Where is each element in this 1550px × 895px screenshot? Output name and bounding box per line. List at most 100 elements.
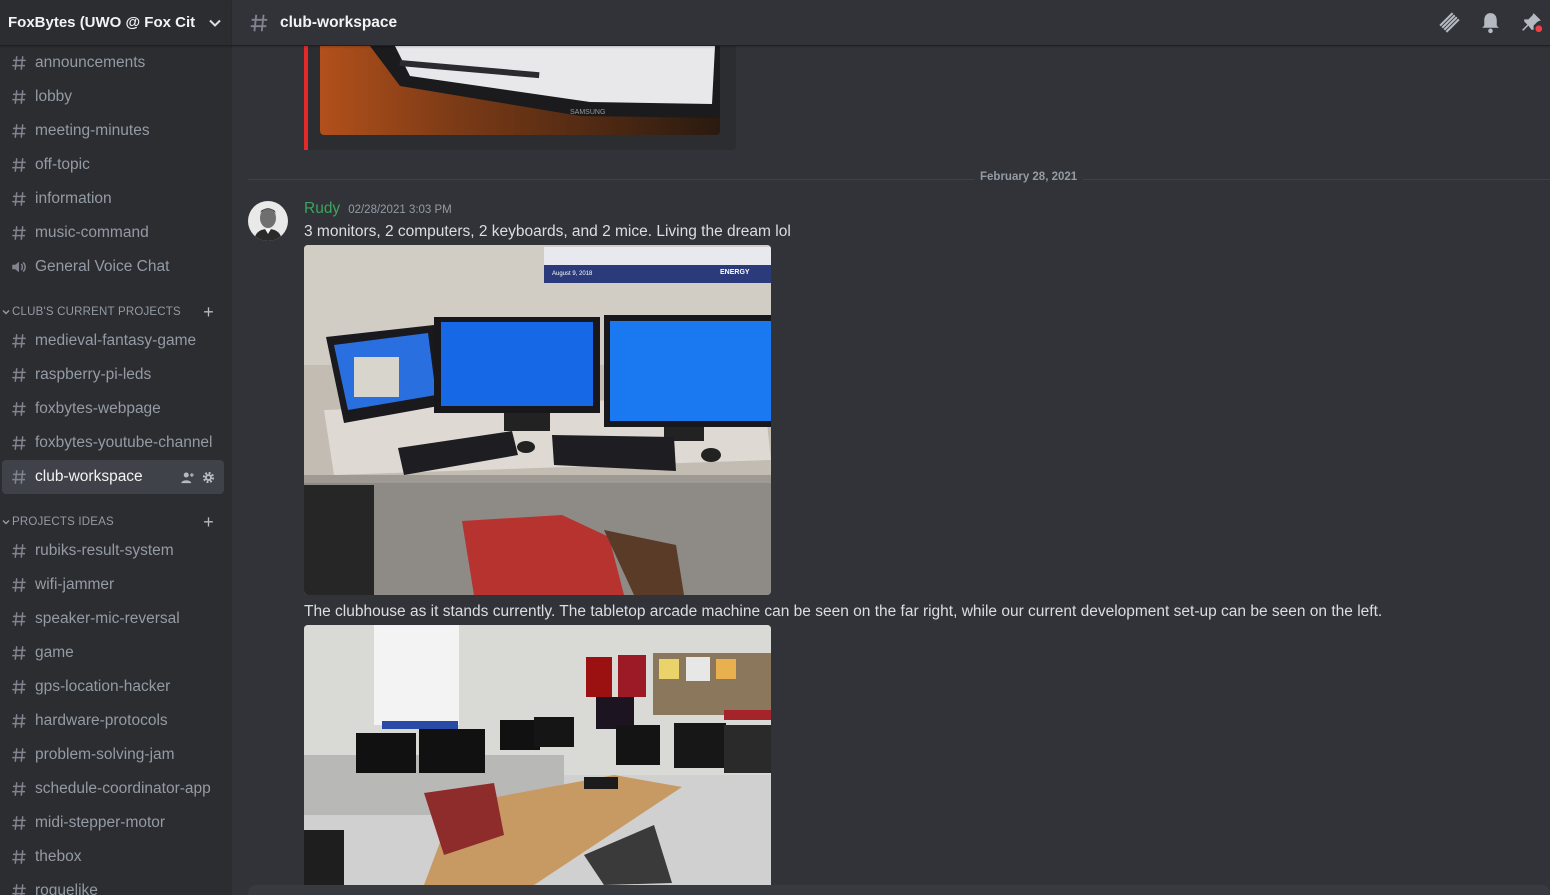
channel-title: club-workspace	[280, 13, 398, 31]
bell-icon[interactable]	[1478, 10, 1503, 35]
channel-item[interactable]: rubiks-result-system	[2, 534, 224, 568]
channel-label: meeting-minutes	[35, 122, 150, 139]
channel-label: raspberry-pi-leds	[35, 366, 152, 383]
pin-icon[interactable]	[1519, 10, 1544, 35]
channel-item[interactable]: foxbytes-webpage	[2, 392, 224, 426]
channel-item[interactable]: wifi-jammer	[2, 568, 224, 602]
hash-icon	[12, 544, 26, 558]
category-header[interactable]: PROJECTS IDEAS +	[0, 494, 232, 534]
hash-icon	[12, 816, 26, 830]
poster-date: August 9, 2018	[552, 271, 593, 277]
channel-label: off-topic	[35, 156, 90, 173]
threads-icon[interactable]	[1437, 10, 1462, 35]
channel-item[interactable]: raspberry-pi-leds	[2, 358, 224, 392]
channel-item[interactable]: announcements	[2, 46, 224, 80]
plus-icon[interactable]: +	[203, 513, 214, 531]
channel-label: music-command	[35, 224, 149, 241]
hash-icon	[250, 14, 268, 31]
channel-item[interactable]: music-command	[2, 216, 224, 250]
channel-item[interactable]: game	[2, 636, 224, 670]
channel-item[interactable]: hardware-protocols	[2, 704, 224, 738]
message-header: Rudy 02/28/2021 3:03 PM	[304, 200, 452, 218]
hash-icon	[12, 646, 26, 660]
hash-icon	[12, 612, 26, 626]
chevron-down-icon	[2, 310, 10, 315]
channel-label: hardware-protocols	[35, 712, 168, 729]
date-divider-label: February 28, 2021	[974, 171, 1084, 183]
monitor-brand-label: SAMSUNG	[570, 109, 605, 116]
channel-label: lobby	[35, 88, 73, 105]
category-label: CLUB'S CURRENT PROJECTS	[12, 306, 181, 318]
message-author[interactable]: Rudy	[304, 200, 340, 218]
chevron-down-icon	[209, 19, 221, 27]
speaker-icon	[12, 261, 26, 273]
channel-label: wifi-jammer	[35, 576, 115, 593]
channel-label: game	[35, 644, 74, 661]
hash-icon	[12, 368, 26, 382]
channel-item[interactable]: medieval-fantasy-game	[2, 324, 224, 358]
channel-item[interactable]: speaker-mic-reversal	[2, 602, 224, 636]
plus-icon[interactable]: +	[203, 303, 214, 321]
category-label: PROJECTS IDEAS	[12, 516, 114, 528]
hash-icon	[12, 884, 26, 895]
hash-icon	[12, 192, 26, 206]
category-header[interactable]: CLUB'S CURRENT PROJECTS +	[0, 284, 232, 324]
message-text: The clubhouse as it stands currently. Th…	[304, 603, 1383, 620]
channel-label: speaker-mic-reversal	[35, 610, 180, 627]
hash-icon	[12, 436, 26, 450]
message-list: SAMSUNG February 28, 2021 Rudy 02/28/202…	[232, 46, 1550, 895]
hash-icon	[12, 578, 26, 592]
channel-item[interactable]: off-topic	[2, 148, 224, 182]
channel-item[interactable]: meeting-minutes	[2, 114, 224, 148]
channel-label: midi-stepper-motor	[35, 814, 166, 831]
channel-item[interactable]: problem-solving-jam	[2, 738, 224, 772]
channel-item[interactable]: schedule-coordinator-app	[2, 772, 224, 806]
message-composer[interactable]	[248, 885, 1550, 895]
channel-item[interactable]: gps-location-hacker	[2, 670, 224, 704]
hash-icon	[12, 56, 26, 70]
chevron-down-icon	[2, 520, 10, 525]
channel-item[interactable]: club-workspace	[2, 460, 224, 494]
channel-label: General Voice Chat	[35, 258, 170, 275]
channel-label: gps-location-hacker	[35, 678, 171, 695]
hash-icon	[12, 124, 26, 138]
poster-logo: ENERGY	[720, 269, 750, 276]
add-member-icon[interactable]	[180, 470, 195, 485]
channel-item[interactable]: General Voice Chat	[2, 250, 224, 284]
server-header[interactable]: FoxBytes (UWO @ Fox Cities)	[0, 0, 232, 46]
channel-label: foxbytes-webpage	[35, 400, 161, 417]
hash-icon	[12, 90, 26, 104]
hash-icon	[12, 748, 26, 762]
hash-icon	[12, 470, 26, 484]
message-text: 3 monitors, 2 computers, 2 keyboards, an…	[304, 223, 791, 240]
avatar[interactable]	[248, 201, 288, 241]
gear-icon[interactable]	[201, 470, 216, 485]
embed-image[interactable]: SAMSUNG	[320, 46, 720, 135]
channel-item[interactable]: foxbytes-youtube-channel	[2, 426, 224, 460]
message-timestamp: 02/28/2021 3:03 PM	[348, 204, 452, 216]
channel-item[interactable]: roguelike	[2, 874, 224, 895]
channel-item[interactable]: midi-stepper-motor	[2, 806, 224, 840]
hash-icon	[12, 714, 26, 728]
channel-label: rubiks-result-system	[35, 542, 174, 559]
channel-list: announcements lobby meeting-minutes off-top…	[0, 46, 232, 895]
channel-label: roguelike	[35, 882, 98, 895]
channel-label: thebox	[35, 848, 82, 865]
channel-header: club-workspace	[232, 0, 1550, 46]
channel-label: medieval-fantasy-game	[35, 332, 197, 349]
hash-icon	[12, 850, 26, 864]
image-attachment[interactable]: August 9, 2018 ENERGY	[304, 245, 771, 595]
channel-item[interactable]: information	[2, 182, 224, 216]
channel-item[interactable]: lobby	[2, 80, 224, 114]
channel-label: information	[35, 190, 112, 207]
image-attachment[interactable]	[304, 625, 771, 885]
hash-icon	[12, 158, 26, 172]
hash-icon	[12, 680, 26, 694]
date-divider	[248, 179, 1550, 180]
hash-icon	[12, 402, 26, 416]
channel-label: foxbytes-youtube-channel	[35, 434, 213, 451]
channel-item[interactable]: thebox	[2, 840, 224, 874]
embed: SAMSUNG	[304, 46, 736, 150]
server-name: FoxBytes (UWO @ Fox Cities)	[8, 14, 196, 31]
channel-sidebar: FoxBytes (UWO @ Fox Cities) announcement…	[0, 0, 232, 895]
